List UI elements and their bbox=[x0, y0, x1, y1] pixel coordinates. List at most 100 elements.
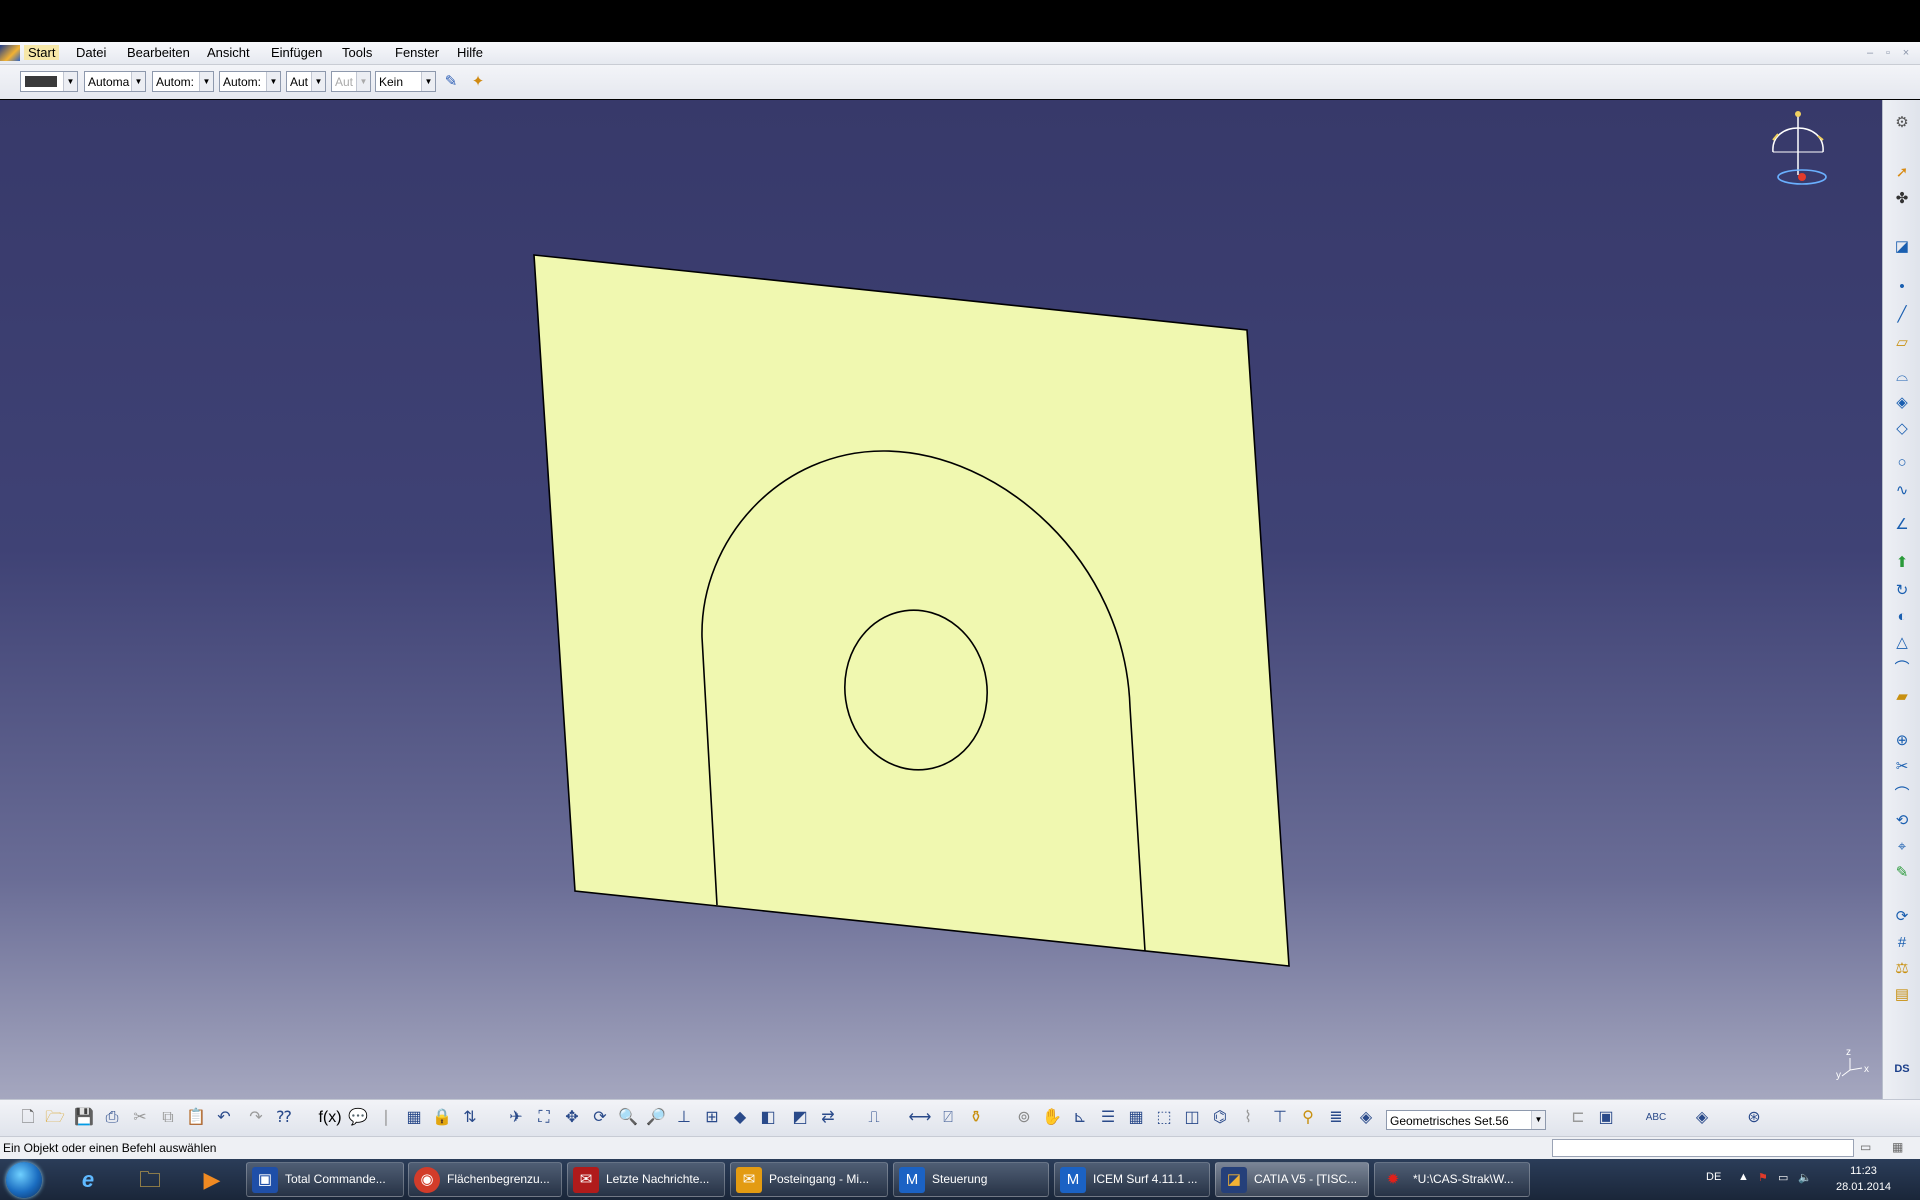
restore-button[interactable]: ▫ bbox=[1881, 47, 1895, 59]
list-icon[interactable]: ≣ bbox=[1324, 1106, 1348, 1130]
law-icon[interactable]: ⚖ bbox=[1891, 958, 1913, 980]
define-in-work-object-icon[interactable]: ◈ bbox=[1354, 1106, 1378, 1130]
geometrical-set-selector[interactable]: Geometrisches Set.56 ▼ bbox=[1386, 1110, 1546, 1130]
intersection-icon[interactable]: ◈ bbox=[1891, 392, 1913, 414]
sketch-icon[interactable]: ◪ bbox=[1891, 236, 1913, 258]
save-icon[interactable]: 💾 bbox=[72, 1106, 96, 1130]
task-messages[interactable]: ✉ Letzte Nachrichte... bbox=[567, 1162, 725, 1197]
windows-start-icon[interactable] bbox=[6, 1162, 42, 1198]
hierarchy-icon[interactable]: ⊤ bbox=[1268, 1106, 1292, 1130]
extract-icon[interactable]: ✎ bbox=[1891, 862, 1913, 884]
file-explorer-icon[interactable]: 🗀 bbox=[126, 1163, 174, 1197]
translate-icon[interactable]: ⌖ bbox=[1891, 836, 1913, 858]
grid-icon[interactable]: # bbox=[1891, 932, 1913, 954]
measure-item-icon[interactable]: ⍁ bbox=[936, 1106, 960, 1130]
catia-logo-icon[interactable] bbox=[0, 45, 20, 61]
fly-mode-icon[interactable]: ✈ bbox=[504, 1106, 528, 1130]
menu-start[interactable]: Start bbox=[24, 45, 60, 60]
layer-combo[interactable]: Kein ▼ bbox=[375, 71, 436, 92]
work-on-support-icon[interactable]: ⬚ bbox=[1152, 1106, 1176, 1130]
hand-icon[interactable]: ✋ bbox=[1040, 1106, 1064, 1130]
rotate-icon[interactable]: ⟳ bbox=[588, 1106, 612, 1130]
inertia-icon[interactable]: ⚱ bbox=[964, 1106, 988, 1130]
chevron-down-icon[interactable]: ▼ bbox=[266, 72, 280, 91]
status-grid-icon[interactable]: ▦ bbox=[1892, 1140, 1903, 1154]
split-icon[interactable]: ✂ bbox=[1891, 756, 1913, 778]
sweep-icon[interactable]: ◐ bbox=[1891, 606, 1913, 628]
axis-system-icon[interactable]: ⊾ bbox=[1068, 1106, 1092, 1130]
task-cas-strak[interactable]: ✹ *U:\CAS-Strak\W... bbox=[1374, 1162, 1530, 1197]
menu-tools[interactable]: Tools bbox=[342, 45, 372, 60]
network-icon[interactable]: ▭ bbox=[1778, 1171, 1788, 1184]
transparency-combo[interactable]: Automa ▼ bbox=[84, 71, 146, 92]
knowledge-icon[interactable]: ❘ bbox=[374, 1106, 398, 1130]
revolve-icon[interactable]: ↻ bbox=[1891, 580, 1913, 602]
zoom-out-icon[interactable]: 🔎 bbox=[644, 1106, 668, 1130]
flag-icon[interactable]: ⚑ bbox=[1758, 1171, 1768, 1184]
open-file-icon[interactable]: 🗁 bbox=[43, 1106, 67, 1130]
fit-all-icon[interactable]: ⛶ bbox=[532, 1106, 556, 1130]
paste-icon[interactable]: 📋 bbox=[184, 1106, 208, 1130]
graphic-properties-icon[interactable]: ✦ bbox=[467, 71, 489, 93]
cut-icon[interactable]: ✂ bbox=[128, 1106, 152, 1130]
circle-icon[interactable]: ○ bbox=[1891, 452, 1913, 474]
iso-view-icon[interactable]: ◆ bbox=[728, 1106, 752, 1130]
menu-einfuegen[interactable]: Einfügen bbox=[271, 45, 322, 60]
join-icon[interactable]: ⊕ bbox=[1891, 730, 1913, 752]
chevron-down-icon[interactable]: ▼ bbox=[1531, 1111, 1545, 1129]
comment-icon[interactable]: 💬 bbox=[346, 1106, 370, 1130]
print-icon[interactable]: ⎙ bbox=[100, 1106, 124, 1130]
multi-view-icon[interactable]: ⊞ bbox=[700, 1106, 724, 1130]
media-player-icon[interactable]: ▶ bbox=[188, 1163, 236, 1197]
container-icon[interactable]: ▣ bbox=[1594, 1106, 1618, 1130]
menu-hilfe[interactable]: Hilfe bbox=[457, 45, 483, 60]
minimize-button[interactable]: – bbox=[1863, 47, 1877, 59]
linetype-combo[interactable]: Autom: ▼ bbox=[152, 71, 214, 92]
chevron-down-icon[interactable]: ▼ bbox=[311, 72, 325, 91]
language-indicator[interactable]: DE bbox=[1706, 1171, 1721, 1183]
grid-snap-icon[interactable]: ▦ bbox=[1124, 1106, 1148, 1130]
shading-icon[interactable]: ◧ bbox=[756, 1106, 780, 1130]
task-catia[interactable]: ◪ CATIA V5 - [TISC... bbox=[1215, 1162, 1369, 1197]
task-icem-surf[interactable]: M ICEM Surf 4.11.1 ... bbox=[1054, 1162, 1210, 1197]
point-icon[interactable]: • bbox=[1891, 276, 1913, 298]
customize-view-icon[interactable]: ⊛ bbox=[1742, 1106, 1766, 1130]
snap-point-icon[interactable]: ◫ bbox=[1180, 1106, 1204, 1130]
polyline-icon[interactable]: ∠ bbox=[1891, 514, 1913, 536]
3d-viewport[interactable]: z x y bbox=[0, 100, 1882, 1099]
chevron-down-icon[interactable]: ▼ bbox=[131, 72, 145, 91]
tree-icon[interactable]: ☰ bbox=[1096, 1106, 1120, 1130]
select-arrow-icon[interactable]: ➚ bbox=[1891, 162, 1913, 184]
projection-icon[interactable]: ⌓ bbox=[1891, 366, 1913, 388]
ungroup-icon[interactable]: ⊏ bbox=[1566, 1106, 1590, 1130]
point-symbol-combo[interactable]: Aut ▼ bbox=[286, 71, 326, 92]
task-steuerung[interactable]: M Steuerung bbox=[893, 1162, 1049, 1197]
trim-icon[interactable]: ⟲ bbox=[1891, 810, 1913, 832]
menu-datei[interactable]: Datei bbox=[76, 45, 106, 60]
snap-icon[interactable]: ✤ bbox=[1891, 188, 1913, 210]
formula-icon[interactable]: f(x) bbox=[318, 1106, 342, 1130]
status-stop-icon[interactable]: ▭ bbox=[1860, 1140, 1871, 1154]
menu-ansicht[interactable]: Ansicht bbox=[207, 45, 250, 60]
scan-icon[interactable]: ⌇ bbox=[1236, 1106, 1260, 1130]
measure-between-icon[interactable]: ⟷ bbox=[908, 1106, 932, 1130]
blend-icon[interactable]: ▰ bbox=[1891, 686, 1913, 708]
table-icon[interactable]: ▦ bbox=[402, 1106, 426, 1130]
graph-icon[interactable]: ⌬ bbox=[1208, 1106, 1232, 1130]
command-input[interactable] bbox=[1552, 1139, 1854, 1157]
system-clock[interactable]: 11:23 28.01.2014 bbox=[1836, 1163, 1891, 1195]
loft-icon[interactable]: ⌒ bbox=[1891, 658, 1913, 680]
internet-explorer-icon[interactable]: e bbox=[64, 1163, 112, 1197]
format-painter-icon[interactable]: ✎ bbox=[440, 71, 462, 93]
line-icon[interactable]: ╱ bbox=[1891, 304, 1913, 326]
copy-icon[interactable]: ⧉ bbox=[156, 1106, 180, 1130]
pan-icon[interactable]: ✥ bbox=[560, 1106, 584, 1130]
chevron-down-icon[interactable]: ▼ bbox=[63, 72, 77, 91]
zoom-in-icon[interactable]: 🔍 bbox=[616, 1106, 640, 1130]
task-chrome[interactable]: ◉ Flächenbegrenzu... bbox=[408, 1162, 562, 1197]
close-button[interactable]: × bbox=[1899, 47, 1913, 59]
plane-icon[interactable]: ▱ bbox=[1891, 332, 1913, 354]
task-total-commander[interactable]: ▣ Total Commande... bbox=[246, 1162, 404, 1197]
undo-icon[interactable]: ↶ bbox=[212, 1106, 236, 1130]
search-icon[interactable]: ⚲ bbox=[1296, 1106, 1320, 1130]
